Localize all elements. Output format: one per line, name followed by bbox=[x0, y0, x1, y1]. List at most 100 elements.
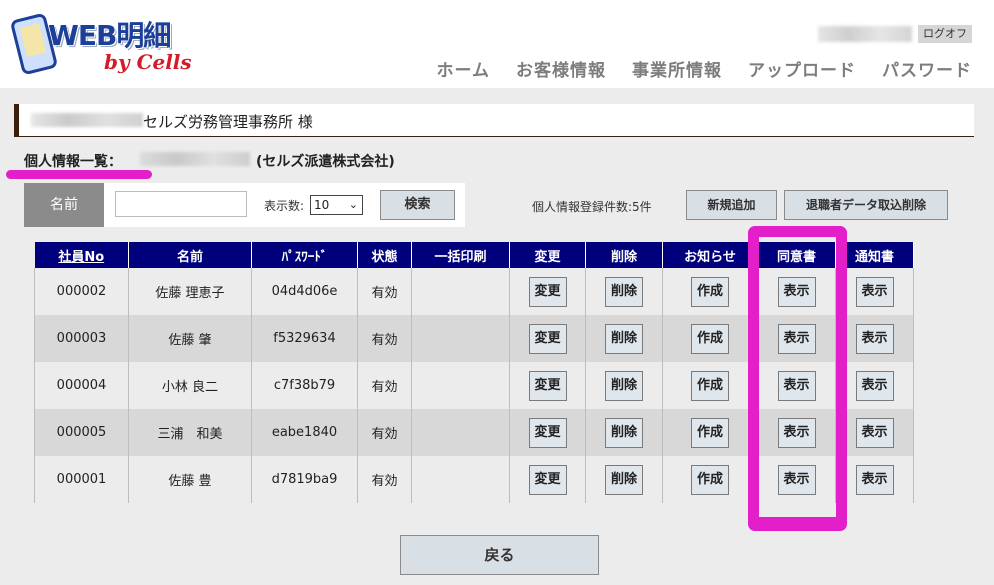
name-label: 名前 bbox=[24, 183, 104, 227]
add-new-button[interactable]: 新規追加 bbox=[686, 190, 777, 220]
office-bar: セルズ労務管理事務所 様 bbox=[14, 104, 974, 137]
office-prefix-redacted bbox=[31, 113, 143, 127]
section-title: 個人情報一覧： bbox=[24, 154, 122, 170]
show-notification-button[interactable]: 表示 bbox=[855, 370, 894, 401]
employee-password: d7819ba9 bbox=[251, 456, 358, 503]
show-notification-button[interactable]: 表示 bbox=[855, 464, 894, 495]
edit-button[interactable]: 変更 bbox=[528, 417, 567, 448]
notification-cell: 表示 bbox=[835, 409, 914, 456]
section-name-redacted bbox=[140, 152, 250, 166]
bulk-print-cell bbox=[411, 456, 510, 503]
back-button[interactable]: 戻る bbox=[400, 535, 599, 575]
delete-button[interactable]: 削除 bbox=[605, 370, 643, 401]
employee-no: 000004 bbox=[34, 362, 129, 409]
employee-name: 三浦 和美 bbox=[128, 409, 252, 456]
notice-cell: 作成 bbox=[662, 268, 758, 315]
user-name-redacted bbox=[818, 26, 912, 42]
notice-cell: 作成 bbox=[662, 409, 758, 456]
employee-status: 有効 bbox=[357, 362, 412, 409]
edit-button[interactable]: 変更 bbox=[528, 370, 567, 401]
notice-cell: 作成 bbox=[662, 456, 758, 503]
create-notice-button[interactable]: 作成 bbox=[691, 464, 729, 495]
section-company: (セルズ派遣株式会社) bbox=[256, 154, 395, 170]
notification-cell: 表示 bbox=[835, 315, 914, 362]
employee-no: 000003 bbox=[34, 315, 129, 362]
notification-cell: 表示 bbox=[835, 268, 914, 315]
col-status: 状態 bbox=[357, 242, 412, 268]
delete-button[interactable]: 削除 bbox=[605, 464, 643, 495]
app-logo[interactable]: WEB明細 by Cells bbox=[9, 10, 192, 76]
registration-count: 個人情報登録件数:5件 bbox=[532, 200, 652, 214]
edit-cell: 変更 bbox=[509, 315, 586, 362]
create-notice-button[interactable]: 作成 bbox=[691, 417, 729, 448]
delete-cell: 削除 bbox=[585, 268, 663, 315]
notice-cell: 作成 bbox=[662, 315, 758, 362]
delete-cell: 削除 bbox=[585, 409, 663, 456]
nav-home[interactable]: ホーム bbox=[437, 56, 491, 81]
bulk-print-cell bbox=[411, 268, 510, 315]
employee-name: 佐藤 肇 bbox=[128, 315, 252, 362]
employee-password: eabe1840 bbox=[251, 409, 358, 456]
col-delete: 削除 bbox=[585, 242, 663, 268]
notification-cell: 表示 bbox=[835, 456, 914, 503]
employee-no: 000001 bbox=[34, 456, 129, 503]
delete-button[interactable]: 削除 bbox=[605, 323, 643, 354]
employee-no: 000002 bbox=[34, 268, 129, 315]
create-notice-button[interactable]: 作成 bbox=[691, 276, 729, 307]
employee-no: 000005 bbox=[34, 409, 129, 456]
search-panel: 名前 表示数: 10 ⌄ 検索 bbox=[24, 183, 465, 227]
nav-upload[interactable]: アップロード bbox=[748, 56, 856, 81]
logoff-button[interactable]: ログオフ bbox=[918, 25, 972, 43]
highlight-underline bbox=[6, 170, 152, 179]
create-notice-button[interactable]: 作成 bbox=[691, 323, 729, 354]
show-notification-button[interactable]: 表示 bbox=[855, 276, 894, 307]
nav-customer-info[interactable]: お客様情報 bbox=[516, 56, 606, 81]
count-label: 表示数: bbox=[264, 199, 305, 213]
edit-cell: 変更 bbox=[509, 268, 586, 315]
notification-cell: 表示 bbox=[835, 362, 914, 409]
employee-status: 有効 bbox=[357, 315, 412, 362]
search-button[interactable]: 検索 bbox=[380, 190, 455, 220]
bulk-print-cell bbox=[411, 315, 510, 362]
employee-status: 有効 bbox=[357, 456, 412, 503]
col-edit: 変更 bbox=[509, 242, 586, 268]
nav-password[interactable]: パスワード bbox=[882, 56, 972, 81]
employee-name: 佐藤 理恵子 bbox=[128, 268, 252, 315]
edit-button[interactable]: 変更 bbox=[528, 464, 567, 495]
retiree-data-delete-button[interactable]: 退職者データ取込削除 bbox=[784, 190, 948, 220]
col-bulk-print: 一括印刷 bbox=[411, 242, 510, 268]
col-notification: 通知書 bbox=[835, 242, 914, 268]
logo-subtitle: by Cells bbox=[104, 50, 192, 74]
notice-cell: 作成 bbox=[662, 362, 758, 409]
show-notification-button[interactable]: 表示 bbox=[855, 323, 894, 354]
show-notification-button[interactable]: 表示 bbox=[855, 417, 894, 448]
edit-cell: 変更 bbox=[509, 456, 586, 503]
count-select[interactable]: 10 ⌄ bbox=[310, 195, 363, 215]
name-search-input[interactable] bbox=[115, 191, 247, 217]
employee-password: f5329634 bbox=[251, 315, 358, 362]
delete-button[interactable]: 削除 bbox=[605, 276, 643, 307]
edit-cell: 変更 bbox=[509, 409, 586, 456]
bulk-print-cell bbox=[411, 362, 510, 409]
col-name: 名前 bbox=[128, 242, 252, 268]
create-notice-button[interactable]: 作成 bbox=[691, 370, 729, 401]
bulk-print-cell bbox=[411, 409, 510, 456]
logo-title: WEB明細 bbox=[48, 19, 171, 52]
consent-column-highlight bbox=[748, 226, 847, 531]
chevron-down-icon: ⌄ bbox=[348, 198, 358, 211]
employee-password: 04d4d06e bbox=[251, 268, 358, 315]
edit-button[interactable]: 変更 bbox=[528, 323, 567, 354]
employee-name: 佐藤 豊 bbox=[128, 456, 252, 503]
edit-button[interactable]: 変更 bbox=[528, 276, 567, 307]
col-employee-no[interactable]: 社員No bbox=[34, 242, 129, 268]
delete-cell: 削除 bbox=[585, 362, 663, 409]
delete-cell: 削除 bbox=[585, 456, 663, 503]
delete-button[interactable]: 削除 bbox=[605, 417, 643, 448]
office-name: セルズ労務管理事務所 様 bbox=[143, 113, 313, 131]
employee-status: 有効 bbox=[357, 268, 412, 315]
employee-name: 小林 良二 bbox=[128, 362, 252, 409]
edit-cell: 変更 bbox=[509, 362, 586, 409]
nav-office-info[interactable]: 事業所情報 bbox=[632, 56, 722, 81]
employee-password: c7f38b79 bbox=[251, 362, 358, 409]
employee-status: 有効 bbox=[357, 409, 412, 456]
